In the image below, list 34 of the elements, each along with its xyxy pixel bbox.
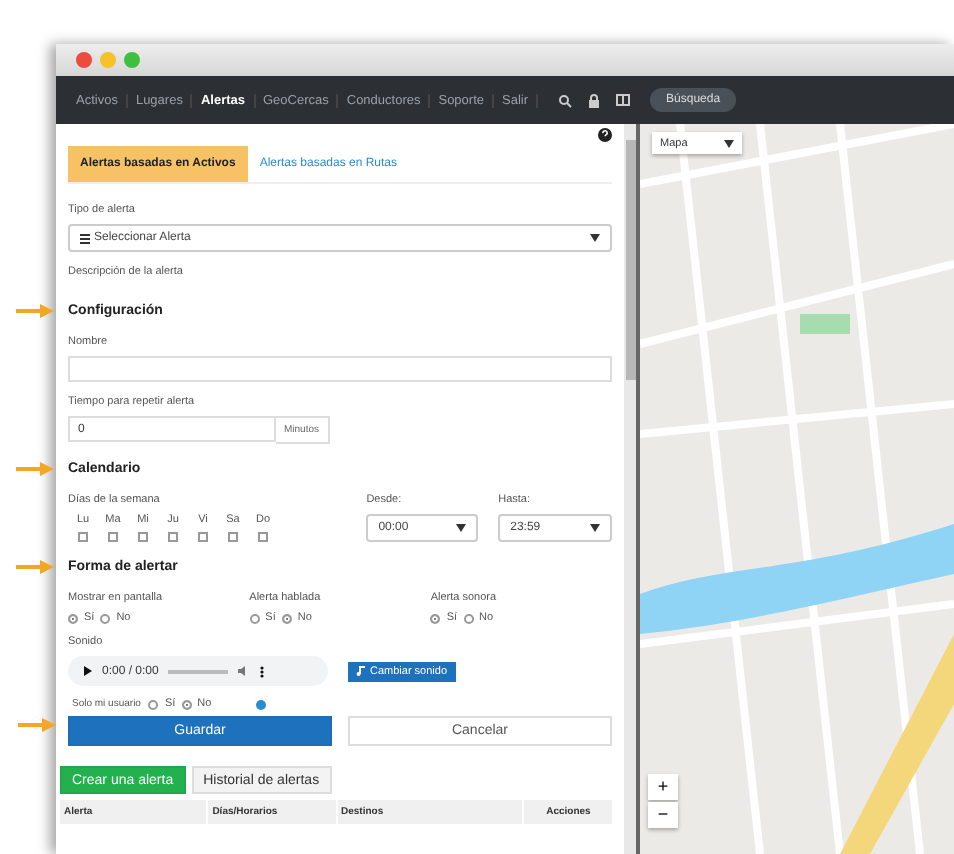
help-icon[interactable] <box>598 128 612 142</box>
radio-button[interactable] <box>148 699 159 709</box>
caret-icon <box>724 139 734 147</box>
day-checkbox[interactable] <box>228 532 238 542</box>
day-checkbox[interactable] <box>108 532 118 542</box>
list-icon <box>80 233 90 243</box>
maximize-button[interactable] <box>124 52 140 68</box>
radio-button[interactable] <box>181 699 192 709</box>
day-checkbox[interactable] <box>138 532 148 542</box>
close-button[interactable] <box>76 52 92 68</box>
radio-button[interactable] <box>100 613 111 623</box>
day-checkbox[interactable] <box>168 532 178 542</box>
caret-icon <box>456 524 467 532</box>
radio-button[interactable] <box>281 613 292 623</box>
info-icon[interactable] <box>255 699 266 709</box>
play-icon[interactable] <box>84 666 92 676</box>
zoom-in-button[interactable]: + <box>648 774 678 800</box>
caret-icon <box>590 524 600 532</box>
volume-icon[interactable] <box>238 666 251 676</box>
radio-button[interactable] <box>68 613 78 623</box>
radio-button[interactable] <box>430 613 441 623</box>
lock-icon[interactable] <box>588 93 601 107</box>
caret-icon <box>590 234 600 242</box>
day-checkbox[interactable] <box>258 532 268 542</box>
name-input[interactable] <box>68 356 612 382</box>
radio-button[interactable] <box>249 613 260 623</box>
more-icon[interactable] <box>260 665 265 677</box>
music-note-icon <box>356 666 366 676</box>
search-icon[interactable] <box>558 93 573 107</box>
day-checkbox[interactable] <box>198 532 208 542</box>
zoom-out-button[interactable]: − <box>648 802 678 828</box>
radio-button[interactable] <box>463 613 474 623</box>
columns-icon[interactable] <box>616 94 631 106</box>
day-checkbox[interactable] <box>78 532 88 542</box>
